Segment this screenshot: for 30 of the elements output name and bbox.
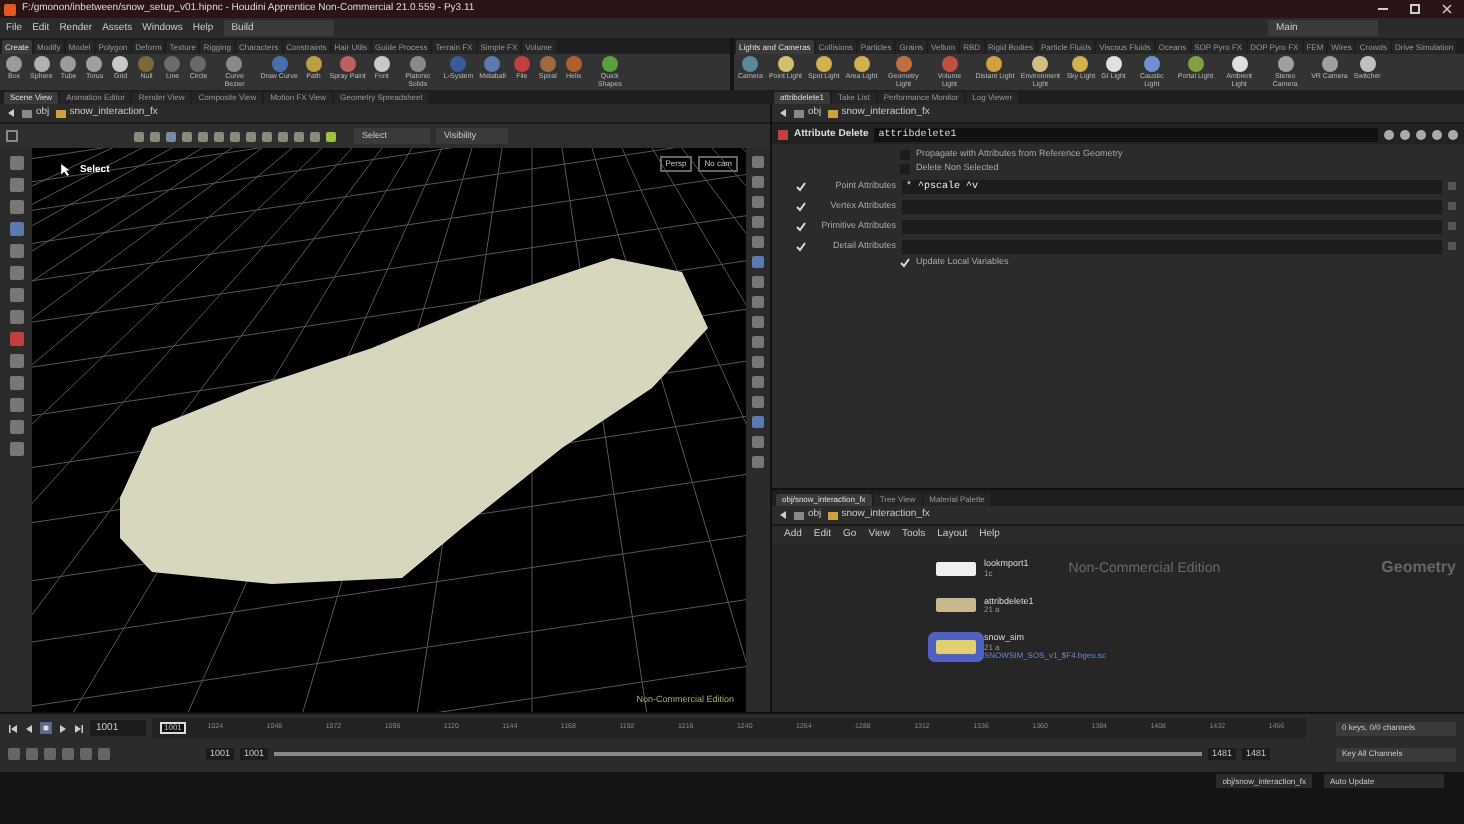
cursor-icon xyxy=(60,164,72,176)
jump-start-icon[interactable] xyxy=(8,723,18,733)
network-node[interactable] xyxy=(936,598,976,613)
app-logo-icon xyxy=(4,3,16,15)
checkmark-icon xyxy=(900,258,910,268)
jump-end-icon[interactable] xyxy=(74,723,84,733)
context-label: Geometry xyxy=(1381,560,1456,577)
checkbox[interactable] xyxy=(796,181,806,191)
folder-icon xyxy=(794,511,804,519)
checkbox[interactable] xyxy=(900,258,910,268)
maximize-icon[interactable] xyxy=(1410,4,1420,14)
back-arrow-icon[interactable] xyxy=(6,108,16,118)
folder-icon xyxy=(827,109,838,117)
play-reverse-icon[interactable] xyxy=(24,723,34,733)
checkbox[interactable] xyxy=(796,241,806,251)
folder-icon xyxy=(794,109,804,117)
checkbox[interactable] xyxy=(796,201,806,211)
back-arrow-icon[interactable] xyxy=(778,510,788,520)
folder-icon xyxy=(827,511,838,519)
play-icon[interactable] xyxy=(58,723,68,733)
folder-icon xyxy=(22,109,32,117)
checkbox[interactable] xyxy=(796,221,806,231)
grid-icon[interactable] xyxy=(6,130,18,142)
node-type-icon xyxy=(778,129,788,139)
stop-icon[interactable] xyxy=(40,722,52,734)
back-arrow-icon[interactable] xyxy=(778,108,788,118)
close-icon[interactable] xyxy=(1442,4,1452,14)
network-node[interactable] xyxy=(936,561,976,576)
folder-icon xyxy=(55,109,66,117)
network-node[interactable] xyxy=(936,639,976,654)
